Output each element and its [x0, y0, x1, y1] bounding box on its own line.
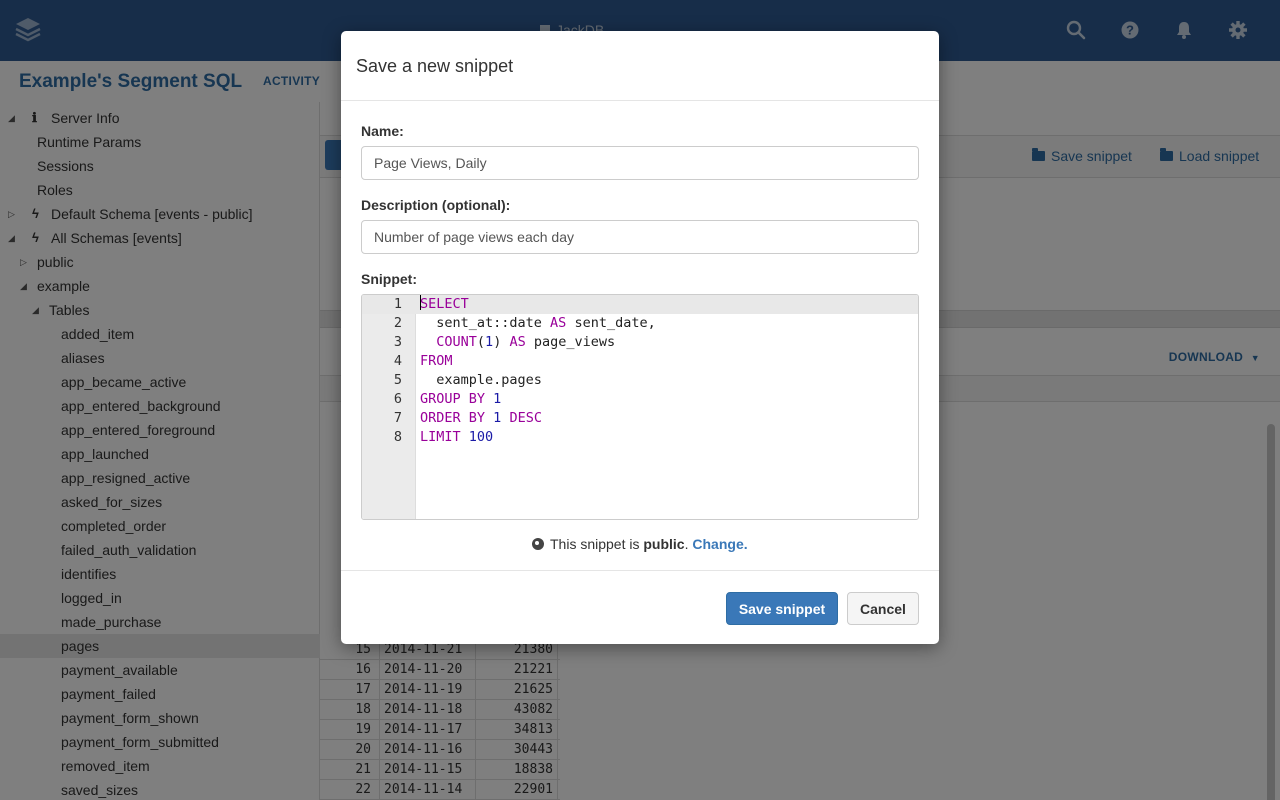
dialog-header: Save a new snippet: [341, 31, 939, 101]
dialog-footer: Save snippet Cancel: [341, 570, 939, 644]
code-text: GROUP BY 1: [420, 390, 501, 409]
code-token: page_views: [525, 334, 616, 350]
code-token: example.pages: [420, 372, 542, 388]
code-text: ORDER BY 1 DESC: [420, 409, 542, 428]
code-line: 7 ORDER BY 1 DESC: [362, 409, 918, 428]
line-number: 7: [393, 410, 402, 426]
code-text: sent_at::date AS sent_date,: [420, 314, 656, 333]
snippet-code-editor[interactable]: 1 SELECT 2 sent_at::date AS sent_date, 3 CO…: [361, 294, 919, 520]
code-line: 1 SELECT: [362, 295, 918, 314]
code-token: AS: [509, 334, 526, 350]
code-token: sent_date,: [566, 315, 656, 331]
code-token: (: [476, 334, 486, 350]
visibility-value: public: [643, 536, 685, 552]
code-line: 8 LIMIT 100: [362, 428, 918, 447]
name-label: Name:: [361, 123, 404, 139]
save-snippet-dialog: Save a new snippet Name: Description (op…: [341, 31, 939, 644]
code-line: 3 COUNT(1) AS page_views: [362, 333, 918, 352]
code-text: FROM: [420, 352, 453, 371]
snippet-label: Snippet:: [361, 271, 417, 287]
code-token: LIMIT: [420, 429, 461, 445]
visibility-prefix: This snippet is: [550, 536, 644, 552]
code-token: 1: [485, 334, 494, 350]
cancel-button[interactable]: Cancel: [847, 592, 919, 625]
code-text: LIMIT 100: [420, 428, 493, 447]
code-token: 1: [493, 391, 502, 407]
code-token: SELECT: [420, 296, 469, 312]
line-number: 2: [393, 315, 402, 331]
line-number: 4: [393, 353, 402, 369]
description-label: Description (optional):: [361, 197, 511, 213]
code-token: sent_at::date: [420, 315, 551, 331]
code-text: SELECT: [420, 295, 469, 314]
visibility-note: This snippet is public. Change.: [341, 536, 939, 552]
code-line: 2 sent_at::date AS sent_date,: [362, 314, 918, 333]
dialog-title: Save a new snippet: [356, 56, 514, 76]
code-line: 4 FROM: [362, 352, 918, 371]
code-token: GROUP BY: [420, 391, 486, 407]
line-number: 6: [393, 391, 402, 407]
description-input[interactable]: [361, 220, 919, 254]
code-token: 100: [468, 429, 494, 445]
code-token: DESC: [509, 410, 542, 426]
code-token: FROM: [420, 353, 453, 369]
name-input[interactable]: [361, 146, 919, 180]
code-token: AS: [550, 315, 567, 331]
code-text: COUNT(1) AS page_views: [420, 333, 615, 352]
change-visibility-link[interactable]: Change.: [692, 536, 747, 552]
line-number: 1: [393, 296, 402, 312]
code-token: COUNT: [436, 334, 477, 350]
line-number: 5: [393, 372, 402, 388]
code-line: 6 GROUP BY 1: [362, 390, 918, 409]
globe-icon: [532, 538, 545, 550]
code-token: ORDER BY: [420, 410, 486, 426]
line-number: 8: [393, 429, 402, 445]
line-number: 3: [393, 334, 402, 350]
code-token: ): [493, 334, 510, 350]
save-snippet-submit-button[interactable]: Save snippet: [726, 592, 838, 625]
code-text: example.pages: [420, 371, 542, 390]
code-line: 5 example.pages: [362, 371, 918, 390]
